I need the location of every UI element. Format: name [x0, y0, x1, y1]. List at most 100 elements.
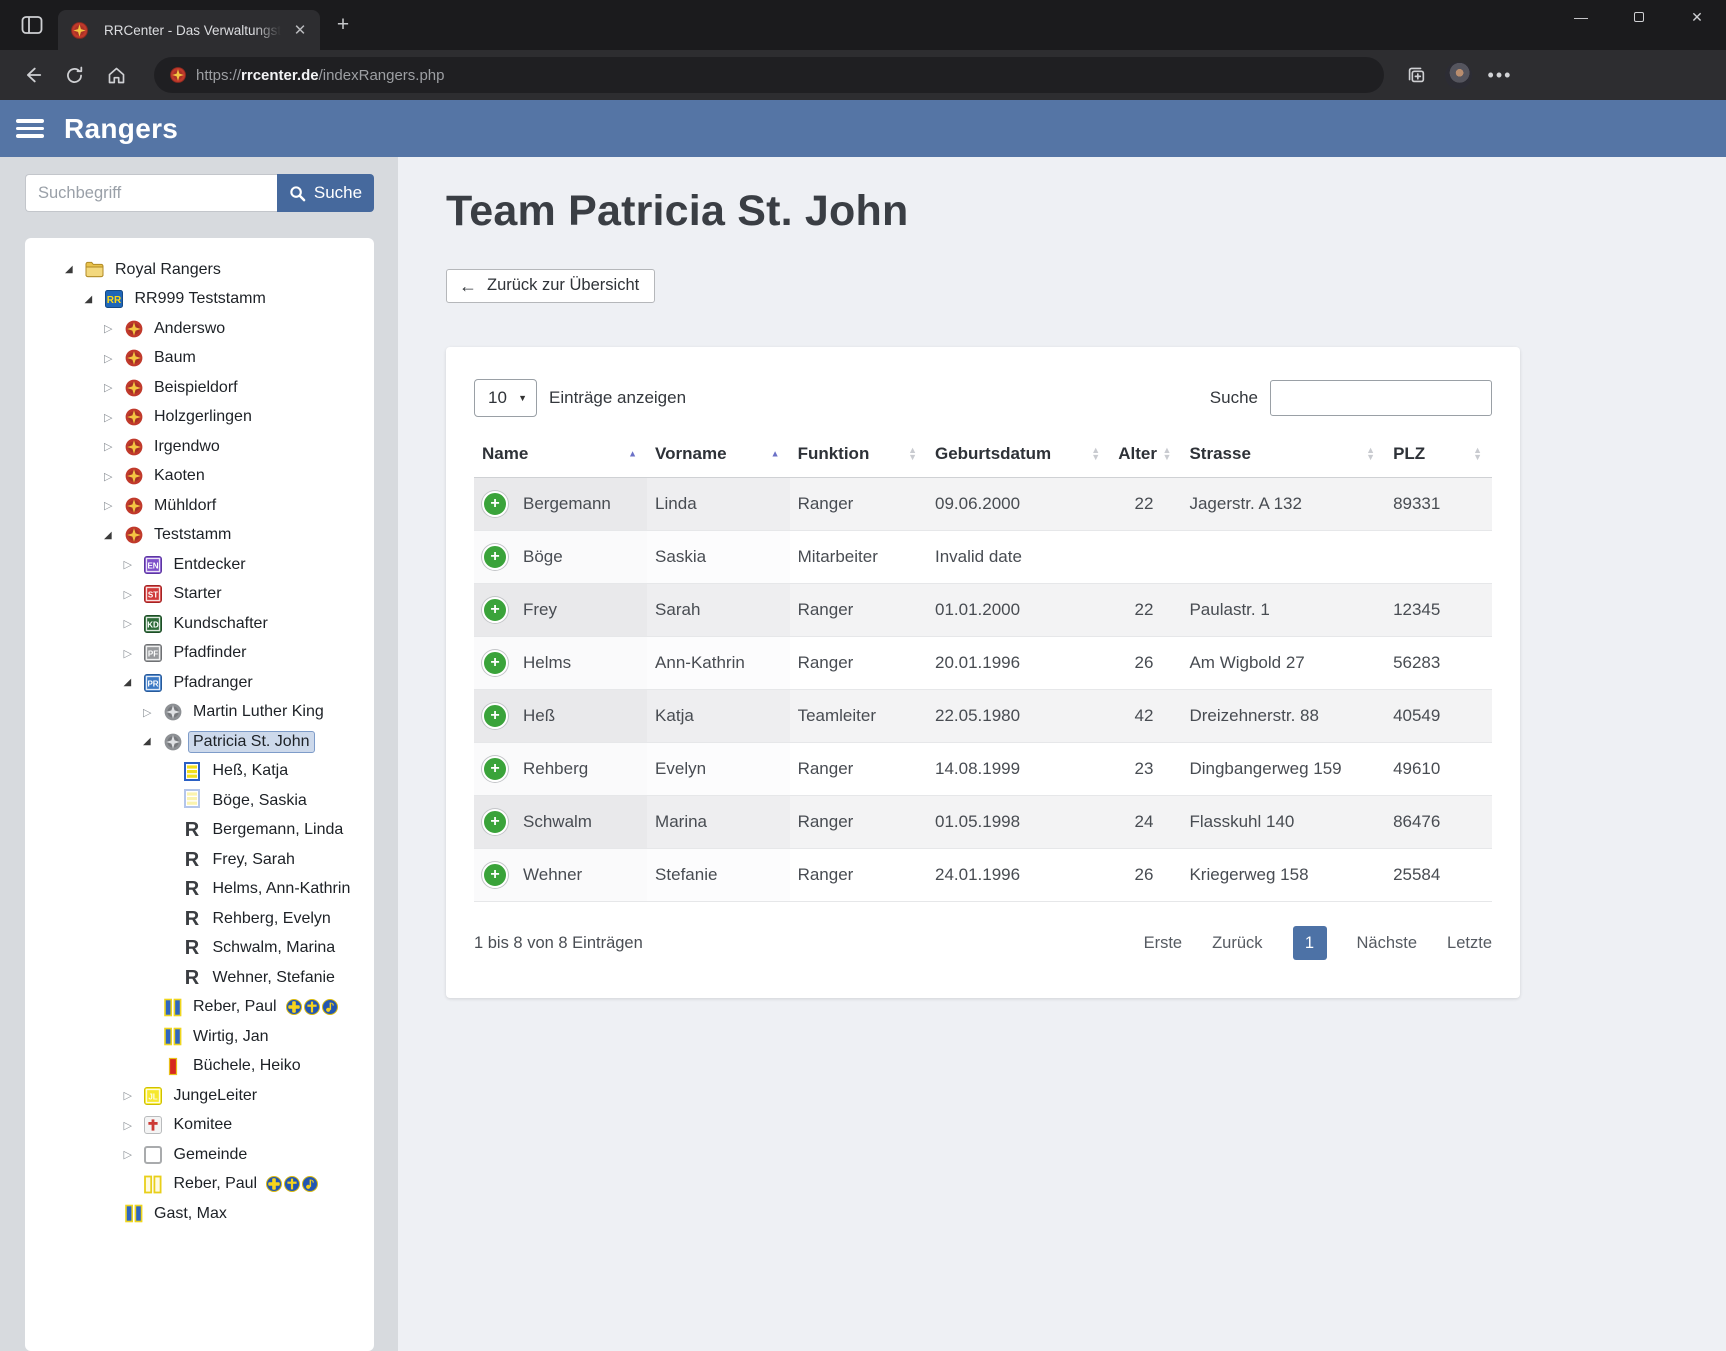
tree-item-label: Heß, Katja [208, 760, 294, 782]
tree-item[interactable]: RSchwalm, Marina [31, 934, 368, 964]
tree-item[interactable]: Reber, Paul [31, 1170, 368, 1200]
tree-item[interactable]: ▷Mühldorf [31, 491, 368, 521]
back-icon[interactable] [14, 57, 50, 93]
tree-item[interactable]: Böge, Saskia [31, 786, 368, 816]
pagination-current-page[interactable]: 1 [1293, 926, 1327, 960]
tree-item[interactable]: ▷Komitee [31, 1111, 368, 1141]
tree-item[interactable]: Heß, Katja [31, 757, 368, 787]
expand-row-button[interactable]: + [482, 544, 508, 570]
tree-item[interactable]: Gast, Max [31, 1199, 368, 1229]
tree-item[interactable]: ▷Holzgerlingen [31, 403, 368, 433]
expand-row-button[interactable]: + [482, 597, 508, 623]
table-row: +FreySarahRanger01.01.200022Paulastr. 11… [474, 584, 1492, 637]
tree-item[interactable]: ▷Gemeinde [31, 1140, 368, 1170]
pagination-first[interactable]: Erste [1144, 934, 1183, 953]
tree-item[interactable]: ▷Kaoten [31, 462, 368, 492]
expand-arrow-icon[interactable]: ▷ [124, 588, 144, 601]
collapse-arrow-icon[interactable]: ◢ [143, 736, 163, 747]
profile-avatar[interactable] [1440, 57, 1476, 93]
window-maximize-icon[interactable] [1610, 0, 1668, 34]
expand-arrow-icon[interactable]: ▷ [124, 617, 144, 630]
tree-item[interactable]: Büchele, Heiko [31, 1052, 368, 1082]
tree-item[interactable]: ▷Beispieldorf [31, 373, 368, 403]
browser-tab[interactable]: RRCenter - Das Verwaltungstool ✕ [58, 10, 320, 50]
sidebar-search-input[interactable] [25, 174, 277, 212]
column-header-strasse[interactable]: Strasse▲▼ [1181, 431, 1385, 478]
expand-arrow-icon[interactable]: ▷ [124, 1148, 144, 1161]
column-header-plz[interactable]: PLZ▲▼ [1385, 431, 1492, 478]
expand-arrow-icon[interactable]: ▷ [104, 499, 124, 512]
tree-item[interactable]: Wirtig, Jan [31, 1022, 368, 1052]
tree-item[interactable]: Reber, Paul [31, 993, 368, 1023]
expand-arrow-icon[interactable]: ▷ [124, 647, 144, 660]
tree-item[interactable]: ◢ Teststamm [31, 521, 368, 551]
table-search-label: Suche [1210, 388, 1258, 408]
compass-red-icon [124, 378, 143, 397]
tree-item[interactable]: ▷Baum [31, 344, 368, 374]
tree-item[interactable]: ◢RRRR999 Teststamm [31, 285, 368, 315]
table-search-input[interactable] [1270, 380, 1492, 416]
tree-item[interactable]: ◢Patricia St. John [31, 727, 368, 757]
column-header-vorname[interactable]: Vorname▲ [647, 431, 790, 478]
address-bar[interactable]: https://rrcenter.de/indexRangers.php [154, 57, 1384, 93]
expand-arrow-icon[interactable]: ▷ [124, 1119, 144, 1132]
expand-row-button[interactable]: + [482, 862, 508, 888]
collapse-arrow-icon[interactable]: ◢ [104, 530, 124, 541]
members-table-card: 10▼ Einträge anzeigen Suche Name▲Vorname… [446, 347, 1520, 998]
tree-item[interactable]: RHelms, Ann-Kathrin [31, 875, 368, 905]
pagination-last[interactable]: Letzte [1447, 934, 1492, 953]
tab-actions-icon[interactable] [10, 5, 54, 45]
tree-item[interactable]: ▷PFPfadfinder [31, 639, 368, 669]
page-length-select[interactable]: 10▼ [474, 379, 537, 417]
expand-arrow-icon[interactable]: ▷ [104, 440, 124, 453]
expand-row-button[interactable]: + [482, 756, 508, 782]
tab-close-icon[interactable]: ✕ [290, 20, 310, 40]
tree-item[interactable]: RFrey, Sarah [31, 845, 368, 875]
tree-item[interactable]: ▷Martin Luther King [31, 698, 368, 728]
expand-arrow-icon[interactable]: ▷ [124, 1089, 144, 1102]
expand-arrow-icon[interactable]: ▷ [124, 558, 144, 571]
reload-icon[interactable] [56, 57, 92, 93]
tree-item[interactable]: RBergemann, Linda [31, 816, 368, 846]
tree-item[interactable]: ▷Anderswo [31, 314, 368, 344]
expand-arrow-icon[interactable]: ▷ [104, 411, 124, 424]
expand-arrow-icon[interactable]: ▷ [104, 322, 124, 335]
pagination-next[interactable]: Nächste [1357, 934, 1418, 953]
expand-row-button[interactable]: + [482, 491, 508, 517]
collapse-arrow-icon[interactable]: ◢ [85, 294, 105, 305]
sidebar-search-button[interactable]: Suche [277, 174, 374, 212]
tree-item[interactable]: RWehner, Stefanie [31, 963, 368, 993]
window-close-icon[interactable]: ✕ [1668, 0, 1726, 34]
tree-item[interactable]: ▷Irgendwo [31, 432, 368, 462]
collapse-arrow-icon[interactable]: ◢ [65, 264, 85, 275]
expand-row-button[interactable]: + [482, 809, 508, 835]
tree-item[interactable]: ▷JLJungeLeiter [31, 1081, 368, 1111]
column-header-funktion[interactable]: Funktion▲▼ [790, 431, 927, 478]
column-header-name[interactable]: Name▲ [474, 431, 647, 478]
tree-item[interactable]: ▷ENEntdecker [31, 550, 368, 580]
column-header-alter[interactable]: Alter▲▼ [1110, 431, 1181, 478]
expand-arrow-icon[interactable]: ▷ [104, 381, 124, 394]
collapse-arrow-icon[interactable]: ◢ [124, 677, 144, 688]
new-tab-icon[interactable]: + [326, 8, 360, 42]
back-to-overview-button[interactable]: ← Zurück zur Übersicht [446, 269, 655, 303]
window-minimize-icon[interactable]: — [1552, 0, 1610, 34]
column-header-geburtsdatum[interactable]: Geburtsdatum▲▼ [927, 431, 1110, 478]
expand-arrow-icon[interactable]: ▷ [104, 470, 124, 483]
collections-icon[interactable] [1398, 57, 1434, 93]
tree-item[interactable]: ▷KDKundschafter [31, 609, 368, 639]
expand-row-button[interactable]: + [482, 650, 508, 676]
tree-item[interactable]: ◢Royal Rangers [31, 255, 368, 285]
home-icon[interactable] [98, 57, 134, 93]
expand-row-button[interactable]: + [482, 703, 508, 729]
pagination-prev[interactable]: Zurück [1212, 934, 1262, 953]
tree-item[interactable]: ▷STStarter [31, 580, 368, 610]
tree-item[interactable]: RRehberg, Evelyn [31, 904, 368, 934]
menu-icon[interactable] [16, 119, 44, 138]
tree-item[interactable]: ◢PRPfadranger [31, 668, 368, 698]
more-menu-icon[interactable]: ••• [1482, 57, 1518, 93]
tree-item-label: Teststamm [149, 524, 236, 546]
expand-arrow-icon[interactable]: ▷ [143, 706, 163, 719]
expand-arrow-icon[interactable]: ▷ [104, 352, 124, 365]
tree-item-label: JungeLeiter [169, 1085, 263, 1107]
